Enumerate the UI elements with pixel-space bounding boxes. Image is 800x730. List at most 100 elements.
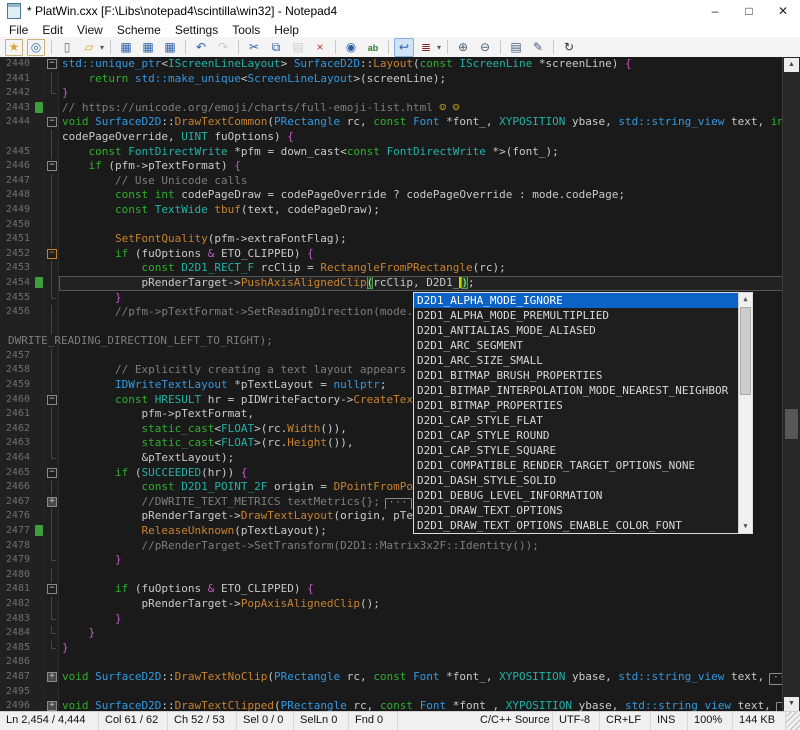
select-scheme-dropdown-icon[interactable]: ▾ (437, 43, 441, 52)
maximize-button[interactable]: □ (732, 0, 766, 22)
fold-margin[interactable] (46, 320, 59, 335)
open-file-dropdown-icon[interactable]: ▾ (100, 43, 104, 52)
fold-expand-icon[interactable]: + (47, 701, 57, 711)
autocomplete-scrollbar-thumb[interactable] (740, 307, 751, 395)
fold-margin[interactable] (46, 349, 59, 364)
fold-ellipsis-icon[interactable]: ··· (385, 498, 412, 510)
fold-margin[interactable] (46, 641, 59, 656)
scroll-down-icon[interactable]: ▼ (784, 697, 799, 711)
bookmark-margin[interactable] (34, 568, 46, 583)
status-selected-lines[interactable]: SelLn 0 (294, 712, 349, 730)
autocomplete-item[interactable]: D2D1_BITMAP_BRUSH_PROPERTIES (414, 368, 738, 383)
code-text[interactable]: SetFontQuality(pfm->extraFontFlag); (59, 232, 783, 247)
zoom-out-icon[interactable]: ⊖ (475, 38, 495, 57)
bookmark-margin[interactable] (34, 509, 46, 524)
menu-file[interactable]: File (2, 23, 35, 37)
fold-margin[interactable] (46, 480, 59, 495)
view-document-icon[interactable]: ▤ (506, 38, 526, 57)
code-text[interactable]: std::unique_ptr<IScreenLineLayout> Surfa… (59, 57, 783, 72)
bookmark-margin[interactable] (34, 363, 46, 378)
menu-view[interactable]: View (70, 23, 110, 37)
bookmark-margin[interactable] (34, 349, 46, 364)
fold-collapse-icon[interactable]: − (47, 117, 57, 127)
status-eol[interactable]: CR+LF (600, 712, 651, 730)
bookmark-margin[interactable] (34, 597, 46, 612)
save-copy-icon[interactable]: ▦ (160, 38, 180, 57)
bookmark-margin[interactable] (34, 101, 46, 116)
autocomplete-item[interactable]: D2D1_DASH_STYLE_SOLID (414, 473, 738, 488)
bookmark-margin[interactable] (34, 86, 46, 101)
resize-grip[interactable] (786, 712, 800, 730)
fold-margin[interactable] (46, 363, 59, 378)
redo-icon[interactable]: ↷ (213, 38, 233, 57)
fold-margin[interactable]: − (46, 115, 59, 130)
bookmark-margin[interactable] (34, 174, 46, 189)
undo-icon[interactable]: ↶ (191, 38, 211, 57)
fold-margin[interactable] (46, 291, 59, 306)
fold-margin[interactable] (46, 203, 59, 218)
fold-margin[interactable]: − (46, 247, 59, 262)
status-encoding[interactable]: UTF-8 (553, 712, 600, 730)
delete-icon[interactable]: × (310, 38, 330, 57)
bookmark-margin[interactable] (34, 495, 46, 510)
code-text[interactable]: if (pfm->pTextFormat) { (59, 159, 783, 174)
autocomplete-item[interactable]: D2D1_BITMAP_PROPERTIES (414, 398, 738, 413)
status-selection[interactable]: Sel 0 / 0 (237, 712, 294, 730)
autocomplete-item[interactable]: D2D1_CAP_STYLE_SQUARE (414, 443, 738, 458)
status-line[interactable]: Ln 2,454 / 4,444 (0, 712, 99, 730)
code-text[interactable]: // https://unicode.org/emoji/charts/full… (59, 101, 783, 116)
replace-icon[interactable]: ab (363, 38, 383, 57)
fold-margin[interactable] (46, 378, 59, 393)
fold-margin[interactable]: + (46, 495, 59, 510)
new-file-icon[interactable]: ▯ (57, 38, 77, 57)
bookmark-margin[interactable] (34, 261, 46, 276)
select-scheme-icon[interactable]: ≣ (416, 38, 436, 57)
fold-margin[interactable] (46, 451, 59, 466)
fold-collapse-icon[interactable]: − (47, 161, 57, 171)
fold-margin[interactable] (46, 218, 59, 233)
code-text[interactable]: if (fuOptions & ETO_CLIPPED) { (59, 582, 783, 597)
fold-margin[interactable] (46, 612, 59, 627)
fold-margin[interactable] (46, 276, 59, 291)
fold-margin[interactable] (46, 685, 59, 700)
edit-document-icon[interactable]: ✎ (528, 38, 548, 57)
code-text[interactable]: codePageOverride, UINT fuOptions) { (59, 130, 783, 145)
fold-margin[interactable] (46, 188, 59, 203)
status-overtype[interactable]: INS (651, 712, 688, 730)
code-text[interactable]: void SurfaceD2D::DrawTextCommon(PRectang… (59, 115, 783, 130)
bookmark-margin[interactable] (34, 57, 46, 72)
bookmark-margin[interactable] (34, 393, 46, 408)
code-text[interactable]: const TextWide tbuf(text, codePageDraw); (59, 203, 783, 218)
fold-margin[interactable] (46, 86, 59, 101)
code-text[interactable] (59, 218, 783, 233)
code-text[interactable] (59, 568, 783, 583)
autocomplete-scroll-up-icon[interactable]: ▲ (739, 293, 752, 306)
save-icon[interactable]: ▦ (116, 38, 136, 57)
fold-margin[interactable] (46, 101, 59, 116)
autocomplete-item[interactable]: D2D1_CAP_STYLE_ROUND (414, 428, 738, 443)
code-text[interactable]: } (59, 86, 783, 101)
status-find-count[interactable]: Fnd 0 (349, 712, 398, 730)
menu-help[interactable]: Help (267, 23, 306, 37)
bookmark-margin[interactable] (34, 582, 46, 597)
fold-margin[interactable]: − (46, 393, 59, 408)
autocomplete-item[interactable]: D2D1_DEBUG_LEVEL_INFORMATION (414, 488, 738, 503)
code-text[interactable] (59, 655, 783, 670)
autocomplete-item[interactable]: D2D1_ARC_SIZE_SMALL (414, 353, 738, 368)
fold-margin[interactable] (46, 232, 59, 247)
fold-margin[interactable] (46, 539, 59, 554)
code-text[interactable]: if (fuOptions & ETO_CLIPPED) { (59, 247, 783, 262)
code-text[interactable]: void SurfaceD2D::DrawTextNoClip(PRectang… (59, 670, 783, 685)
autocomplete-item[interactable]: D2D1_ANTIALIAS_MODE_ALIASED (414, 323, 738, 338)
bookmark-margin[interactable] (34, 407, 46, 422)
bookmark-margin[interactable] (34, 305, 46, 320)
open-file-icon[interactable]: ▱ (79, 38, 99, 57)
bookmark-margin[interactable] (34, 422, 46, 437)
fold-margin[interactable] (46, 655, 59, 670)
fold-margin[interactable]: − (46, 582, 59, 597)
bookmark-margin[interactable] (34, 291, 46, 306)
fold-collapse-icon[interactable]: − (47, 584, 57, 594)
editor-vertical-scrollbar[interactable]: ▲ ▼ (782, 57, 800, 712)
fold-margin[interactable] (46, 305, 59, 320)
status-scheme[interactable]: C/C++ Source (474, 712, 553, 730)
